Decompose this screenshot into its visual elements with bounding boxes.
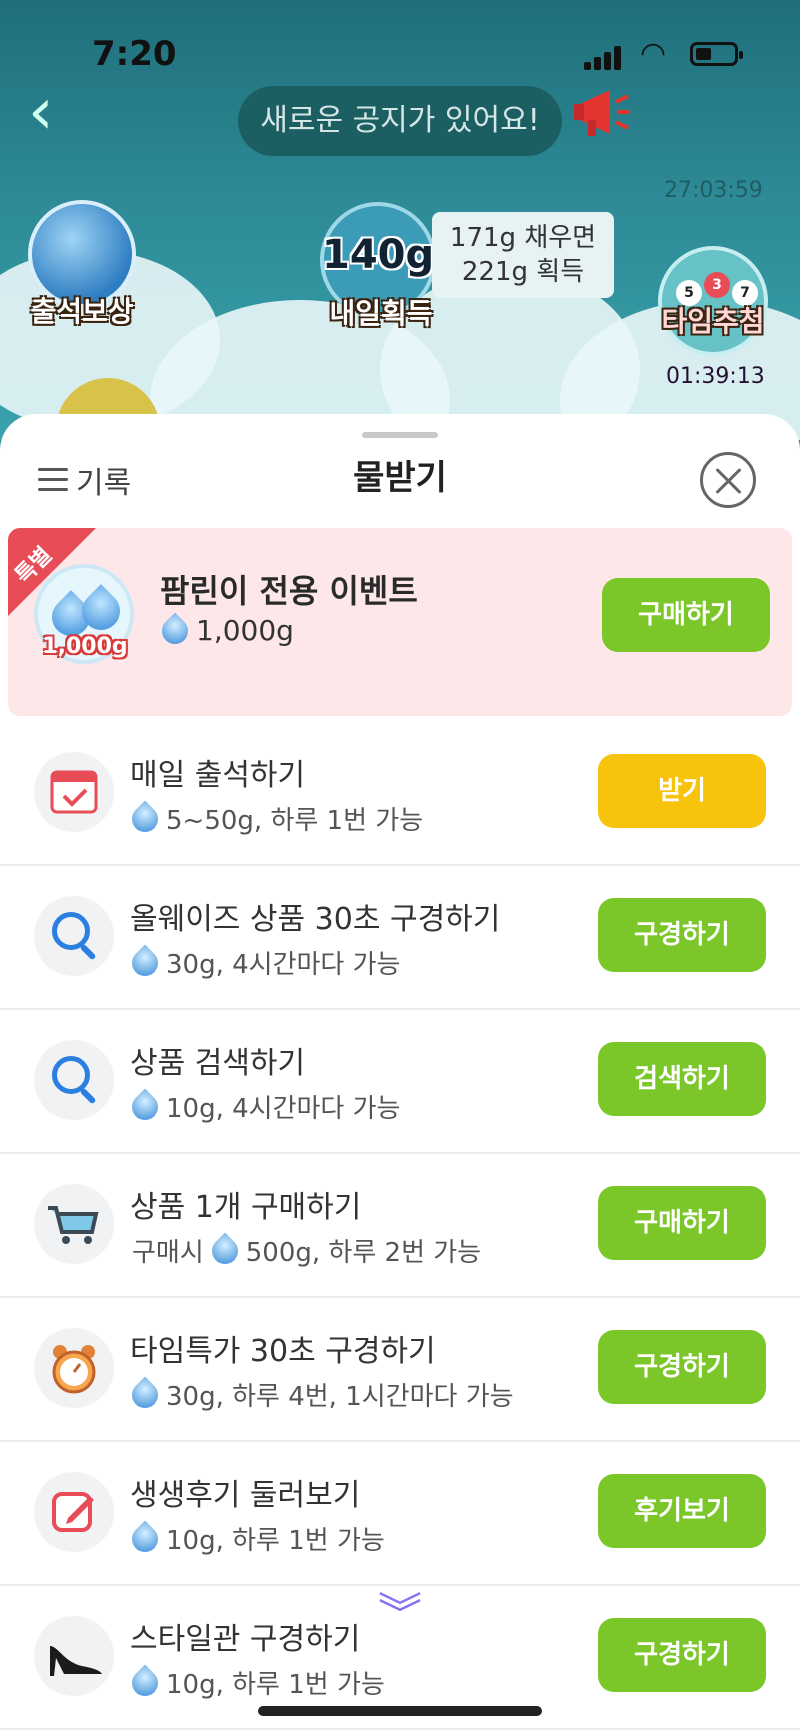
special-title: 팜린이 전용 이벤트 — [160, 572, 418, 610]
megaphone-icon — [574, 90, 630, 136]
water-drop-icon — [206, 1232, 244, 1269]
task-title: 타임특가 30초 구경하기 — [130, 1334, 436, 1369]
browse-button[interactable]: 구경하기 — [598, 1618, 766, 1692]
special-buy-button[interactable]: 구매하기 — [602, 578, 770, 652]
tomorrow-amount: 140g — [322, 232, 435, 278]
water-drop-icon — [126, 1520, 164, 1557]
review-button[interactable]: 후기보기 — [598, 1474, 766, 1548]
status-time: 7:20 — [92, 34, 177, 74]
calendar-icon — [34, 752, 114, 832]
task-title: 상품 검색하기 — [130, 1046, 306, 1081]
scroll-down-chevron-icon[interactable]: ︾ — [372, 1593, 428, 1670]
fill-info-line1: 171g 채우면 — [449, 223, 597, 253]
home-indicator[interactable] — [258, 1706, 542, 1716]
task-title: 상품 1개 구매하기 — [130, 1190, 362, 1225]
task-row: 생생후기 둘러보기 10g, 하루 1번 가능 후기보기 — [0, 1442, 800, 1586]
tomorrow-label: 내일획득 — [329, 297, 433, 330]
special-amount-text: 1,000g — [196, 614, 294, 647]
sheet-handle[interactable] — [362, 432, 438, 438]
task-title: 생생후기 둘러보기 — [130, 1478, 361, 1513]
task-desc-text: 500g, 하루 2번 가능 — [245, 1238, 482, 1268]
wifi-icon: ◠ — [640, 36, 667, 71]
water-sheet: 기록 물받기 특별 1,000g 팜린이 전용 이벤트 1,000g 구매하기 … — [0, 414, 800, 1732]
high-heel-icon — [34, 1616, 114, 1696]
badge-amount: 1,000g — [42, 634, 128, 659]
browse-button[interactable]: 구경하기 — [598, 1330, 766, 1404]
water-drop-icon — [126, 1088, 164, 1125]
task-row: 상품 검색하기 10g, 4시간마다 가능 검색하기 — [0, 1010, 800, 1154]
search-button[interactable]: 검색하기 — [598, 1042, 766, 1116]
task-desc-text: 30g, 4시간마다 가능 — [166, 950, 401, 980]
fill-info-box: 171g 채우면 221g 획득 — [432, 212, 614, 298]
timer-top: 27:03:59 — [664, 178, 763, 203]
notice-banner[interactable]: 새로운 공지가 있어요! — [238, 86, 562, 156]
search-icon — [34, 896, 114, 976]
battery-icon — [690, 42, 743, 66]
task-row: 상품 1개 구매하기 구매시 500g, 하루 2번 가능 구매하기 — [0, 1154, 800, 1298]
task-desc: 10g, 4시간마다 가능 — [126, 1088, 401, 1125]
browse-button[interactable]: 구경하기 — [598, 898, 766, 972]
special-event-card: 특별 1,000g 팜린이 전용 이벤트 1,000g 구매하기 — [8, 528, 792, 716]
task-desc: 10g, 하루 1번 가능 — [126, 1520, 385, 1557]
close-icon[interactable] — [700, 452, 756, 508]
task-desc-text: 10g, 4시간마다 가능 — [166, 1094, 401, 1124]
task-desc: 5~50g, 하루 1번 가능 — [126, 800, 424, 837]
status-bar: 7:20 ◠ — [0, 30, 800, 80]
water-drop-icon — [126, 1664, 164, 1701]
edit-icon — [34, 1472, 114, 1552]
task-desc-prefix: 구매시 — [132, 1238, 204, 1268]
task-title: 올웨이즈 상품 30초 구경하기 — [130, 902, 501, 937]
water-drop-icon — [126, 800, 164, 837]
task-title: 스타일관 구경하기 — [130, 1622, 361, 1657]
lotto-label: 타임추첨 — [661, 305, 765, 338]
task-desc: 10g, 하루 1번 가능 — [126, 1664, 385, 1701]
task-row: 올웨이즈 상품 30초 구경하기 30g, 4시간마다 가능 구경하기 — [0, 866, 800, 1010]
special-amount: 1,000g — [156, 612, 294, 649]
task-desc: 구매시 500g, 하루 2번 가능 — [132, 1232, 481, 1269]
water-drop-icon — [156, 612, 194, 649]
task-desc: 30g, 4시간마다 가능 — [126, 944, 401, 981]
sheet-title: 물받기 — [353, 458, 447, 498]
search-icon — [34, 1040, 114, 1120]
buy-button[interactable]: 구매하기 — [598, 1186, 766, 1260]
task-desc-text: 10g, 하루 1번 가능 — [166, 1526, 385, 1556]
water-drop-icon — [126, 944, 164, 981]
task-desc-text: 30g, 하루 4번, 1시간마다 가능 — [166, 1382, 514, 1412]
timer-bottom: 01:39:13 — [666, 364, 765, 389]
cart-icon — [34, 1184, 114, 1264]
attendance-label: 출석보상 — [30, 295, 134, 328]
task-row: 타임특가 30초 구경하기 30g, 하루 4번, 1시간마다 가능 구경하기 — [0, 1298, 800, 1442]
alarm-clock-icon — [34, 1328, 114, 1408]
water-drop-icon — [126, 1376, 164, 1413]
task-title: 매일 출석하기 — [130, 758, 306, 793]
receive-button[interactable]: 받기 — [598, 754, 766, 828]
task-desc-text: 10g, 하루 1번 가능 — [166, 1670, 385, 1700]
lotto-ball: 3 — [704, 272, 730, 298]
task-desc: 30g, 하루 4번, 1시간마다 가능 — [126, 1376, 514, 1413]
task-desc-text: 5~50g, 하루 1번 가능 — [166, 806, 424, 836]
back-arrow-icon[interactable]: ‹ — [28, 80, 78, 144]
task-row: 매일 출석하기 5~50g, 하루 1번 가능 받기 — [0, 722, 800, 866]
fill-info-line2: 221g 획득 — [461, 257, 585, 287]
signal-icon — [584, 42, 624, 70]
